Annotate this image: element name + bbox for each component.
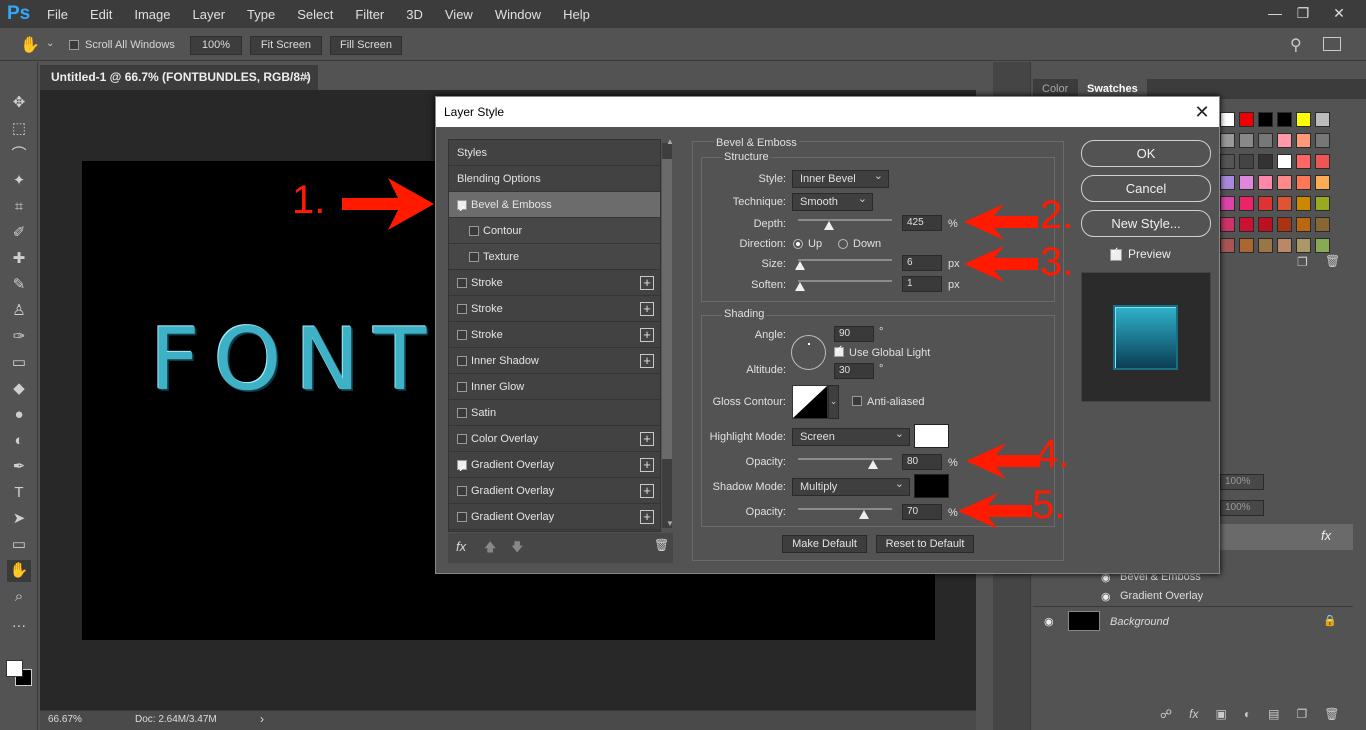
arrow-5 (958, 493, 1032, 529)
arrow-4 (966, 443, 1040, 479)
arrow-1 (342, 178, 434, 230)
arrow-3 (964, 246, 1038, 282)
annotation-3: 3. (1040, 240, 1074, 284)
annotation-5: 5. (1032, 483, 1066, 527)
annotation-4: 4. (1036, 432, 1070, 476)
annotation-1: 1. (292, 178, 326, 222)
foreground-color[interactable] (6, 660, 23, 677)
annotation-2: 2. (1040, 193, 1074, 237)
arrow-2 (964, 204, 1038, 240)
annotation-overlay (342, 178, 1040, 529)
annotation-arrows (342, 178, 1040, 529)
